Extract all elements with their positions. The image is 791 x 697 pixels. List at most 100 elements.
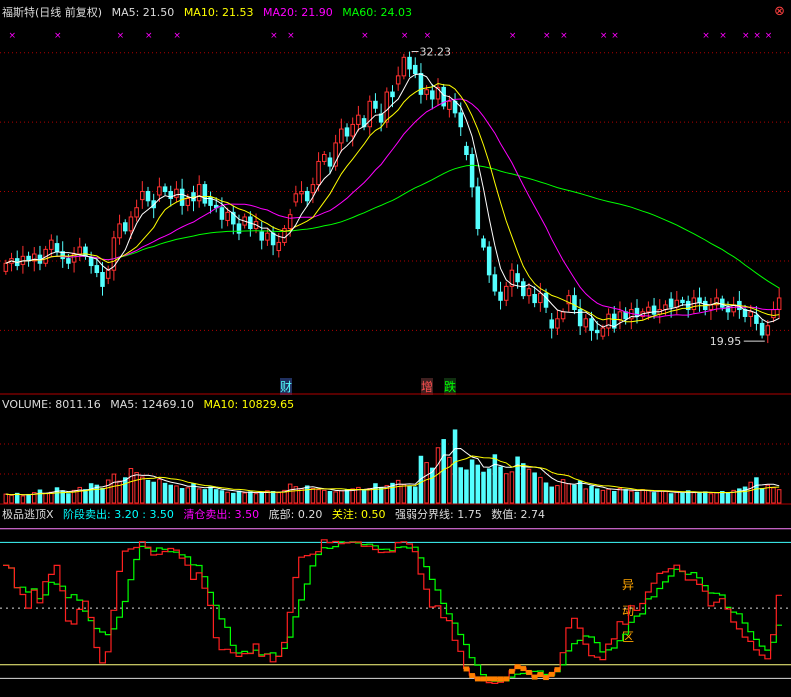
bottom-zone-block	[463, 666, 470, 672]
candle-body	[122, 222, 128, 232]
volume-bar	[304, 485, 310, 504]
bottom-zone-block	[514, 664, 521, 670]
candle-body	[54, 243, 60, 253]
volume-bar	[657, 490, 663, 504]
volume-bar	[447, 456, 452, 504]
signal-mark: ×	[611, 31, 619, 41]
volume-bar	[708, 493, 714, 504]
signal-mark: ×	[600, 31, 608, 41]
signal-mark: ×	[742, 31, 750, 41]
bottom-zone-block	[520, 666, 527, 672]
candle-body	[293, 193, 299, 203]
candle-body	[532, 293, 537, 304]
candle-body	[401, 56, 407, 77]
candle-body	[310, 184, 316, 194]
bottom-zone-block	[526, 669, 532, 675]
volume-bar	[475, 464, 481, 504]
signal-mark: ×	[145, 31, 153, 41]
candle-body	[600, 327, 606, 337]
volume-bar	[583, 488, 589, 504]
volume-bar	[276, 492, 282, 504]
bottom-zone-block	[497, 676, 504, 682]
volume-bar	[299, 488, 304, 504]
signal-mark: ×	[9, 31, 17, 41]
volume-bar	[219, 490, 225, 504]
volume-bar	[594, 488, 600, 504]
candle-body	[83, 246, 88, 257]
volume-bar	[225, 491, 230, 504]
candle-body	[475, 186, 481, 230]
volume-bar	[430, 467, 435, 504]
candle-body	[287, 214, 293, 230]
volume-bar	[100, 488, 105, 504]
volume-bar	[66, 493, 71, 504]
volume-bar	[458, 467, 463, 504]
candle-body	[77, 246, 83, 255]
volume-bar	[606, 488, 611, 504]
candle-body	[322, 154, 327, 162]
volume-bar	[521, 463, 526, 504]
candle-body	[424, 89, 429, 95]
volume-bar	[174, 485, 179, 504]
volume-bar	[623, 489, 628, 504]
candle-body	[498, 291, 503, 301]
candle-body	[105, 269, 111, 279]
candle-body	[464, 145, 469, 156]
volume-bar	[20, 495, 26, 504]
candle-body	[447, 100, 452, 110]
candle-body	[196, 184, 202, 202]
candle-body	[697, 297, 702, 304]
candle-body	[162, 186, 168, 193]
candle-body	[492, 274, 498, 292]
volume-bar	[151, 481, 156, 504]
volume-bar	[9, 494, 14, 504]
volume-bar	[242, 492, 247, 504]
volume-bar	[441, 439, 446, 504]
candle-body	[407, 56, 412, 70]
volume-bar	[322, 489, 327, 504]
signal-mark: ×	[287, 31, 295, 41]
candle-body	[771, 309, 776, 319]
volume-bar	[231, 492, 236, 504]
volume-bar	[776, 489, 782, 504]
volume-bar	[162, 482, 168, 504]
volume-bar	[344, 489, 350, 504]
candle-body	[418, 73, 424, 95]
volume-bar	[481, 471, 486, 504]
volume-bar	[88, 483, 94, 504]
volume-bar	[54, 487, 60, 504]
candle-body	[720, 298, 725, 308]
candle-body	[350, 123, 355, 137]
volume-bar	[691, 492, 697, 504]
volume-bar	[515, 456, 520, 504]
candle-body	[259, 231, 264, 241]
candle-body	[481, 238, 486, 248]
signal-mark: ×	[54, 31, 62, 41]
volume-bar	[577, 480, 583, 504]
volume-bar	[105, 479, 111, 504]
stock-chart[interactable]: 32.2319.95× × × × × × × × × × × × × × × × × × × ×	[0, 0, 791, 697]
signal-mark: ×	[765, 31, 773, 41]
volume-bar	[702, 491, 708, 504]
volume-bar	[748, 481, 753, 504]
candle-body	[469, 154, 475, 188]
high-price-label: 32.23	[420, 46, 452, 59]
candle-body	[668, 298, 674, 308]
volume-bar	[640, 489, 645, 504]
volume-bar	[373, 483, 378, 504]
volume-bar	[498, 466, 503, 504]
volume-bar	[168, 484, 174, 504]
candle-body	[20, 255, 26, 265]
volume-bar	[509, 471, 515, 504]
bottom-zone-block	[543, 675, 549, 681]
volume-bar	[157, 478, 162, 504]
candle-body	[94, 265, 100, 274]
candle-body	[179, 188, 185, 206]
volume-bar	[663, 491, 668, 504]
ma20-line	[5, 98, 780, 318]
candle-body	[765, 325, 771, 336]
candle-body	[543, 292, 549, 308]
volume-bar	[26, 493, 31, 504]
volume-bar	[270, 491, 276, 504]
volume-bar	[725, 492, 731, 504]
